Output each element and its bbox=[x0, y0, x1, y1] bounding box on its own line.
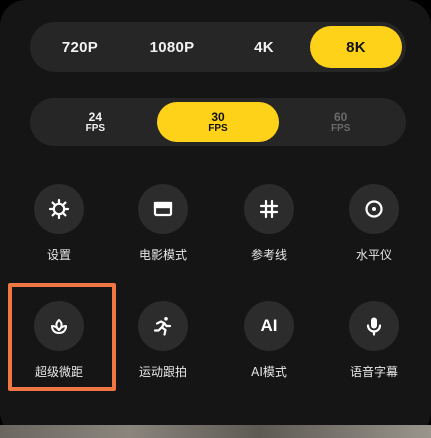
cinema-mode-circle[interactable] bbox=[138, 184, 188, 234]
highlight-box bbox=[8, 283, 116, 391]
voice-subtitle-circle[interactable] bbox=[349, 301, 399, 351]
cinema-mode-button[interactable]: 电影模式 bbox=[118, 184, 208, 264]
gridlines-label: 参考线 bbox=[250, 248, 287, 262]
resolution-selector: 720P 1080P 4K 8K bbox=[30, 22, 406, 72]
level-button[interactable]: 水平仪 bbox=[329, 184, 419, 264]
gridlines-circle[interactable] bbox=[244, 184, 294, 234]
resolution-720p[interactable]: 720P bbox=[34, 26, 126, 68]
gear-icon bbox=[48, 198, 70, 220]
fps-30-unit: FPS bbox=[208, 122, 228, 134]
motion-tracking-label: 运动跟拍 bbox=[138, 365, 187, 379]
fps-selector: 24 FPS 30 FPS 60 FPS bbox=[30, 98, 406, 146]
resolution-4k[interactable]: 4K bbox=[218, 26, 310, 68]
voice-subtitle-button[interactable]: 语音字幕 bbox=[329, 301, 419, 381]
microphone-icon bbox=[366, 317, 382, 336]
ai-mode-circle[interactable]: AI bbox=[244, 301, 294, 351]
fps-60-unit: FPS bbox=[330, 122, 351, 134]
voice-subtitle-label: 语音字幕 bbox=[349, 365, 398, 379]
settings-circle[interactable] bbox=[34, 184, 84, 234]
grid-icon bbox=[259, 199, 279, 219]
fps-60: 60 FPS bbox=[279, 102, 402, 142]
fps-24-unit: FPS bbox=[85, 122, 106, 134]
level-icon bbox=[365, 200, 383, 218]
level-label: 水平仪 bbox=[355, 248, 392, 262]
camera-settings-panel: 720P 1080P 4K 8K 24 FPS 30 FPS 60 FPS 设置… bbox=[0, 0, 431, 438]
resolution-8k[interactable]: 8K bbox=[310, 26, 402, 68]
gridlines-button[interactable]: 参考线 bbox=[224, 184, 314, 264]
ai-mode-label: AI模式 bbox=[251, 365, 287, 379]
motion-tracking-button[interactable]: 运动跟拍 bbox=[118, 301, 208, 381]
running-person-icon bbox=[153, 317, 172, 336]
settings-button[interactable]: 设置 bbox=[14, 184, 104, 264]
cinema-mode-label: 电影模式 bbox=[138, 248, 187, 262]
motion-tracking-circle[interactable] bbox=[138, 301, 188, 351]
resolution-1080p[interactable]: 1080P bbox=[126, 26, 218, 68]
fps-24[interactable]: 24 FPS bbox=[34, 102, 157, 142]
level-circle[interactable] bbox=[349, 184, 399, 234]
fps-30-value: 30 bbox=[211, 109, 225, 124]
background-strip bbox=[0, 425, 431, 438]
ai-mode-button[interactable]: AI AI模式 bbox=[224, 301, 314, 381]
fps-24-value: 24 bbox=[88, 109, 103, 124]
settings-label: 设置 bbox=[46, 248, 71, 262]
cinema-icon bbox=[153, 201, 173, 217]
ai-icon: AI bbox=[260, 316, 278, 335]
fps-60-value: 60 bbox=[334, 109, 348, 124]
fps-30[interactable]: 30 FPS bbox=[156, 102, 280, 142]
